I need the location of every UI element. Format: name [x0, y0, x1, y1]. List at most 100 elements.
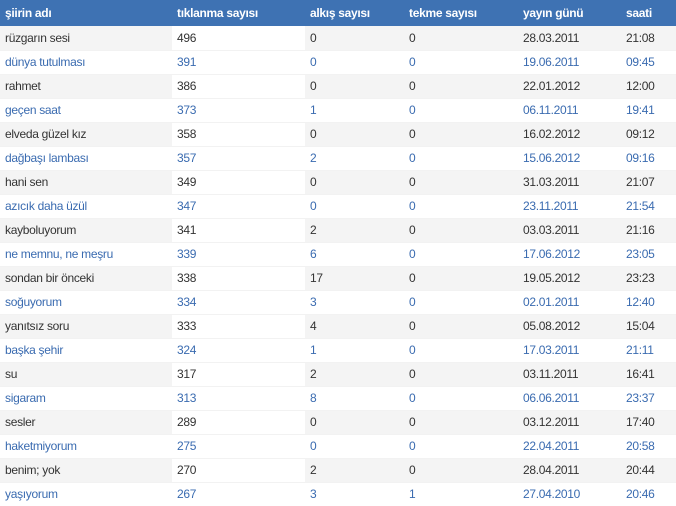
publish-time-cell: 20:46 [621, 482, 676, 506]
kick-count-cell: 0 [404, 386, 518, 411]
poem-name-link[interactable]: dünya tutulması [0, 50, 172, 75]
kick-count-cell: 0 [404, 170, 518, 195]
clap-count-cell: 0 [305, 26, 404, 51]
clap-count-cell: 1 [305, 98, 404, 123]
publish-date-cell: 19.06.2011 [518, 50, 621, 75]
publish-time-cell: 21:08 [621, 26, 676, 51]
table-row: başka şehir 324 1 0 17.03.2011 21:11 [0, 338, 676, 363]
poem-name-link[interactable]: geçen saat [0, 98, 172, 123]
publish-date-cell: 17.03.2011 [518, 338, 621, 363]
kick-count-cell: 0 [404, 74, 518, 99]
clap-count-cell: 2 [305, 146, 404, 171]
table-row: azıcık daha üzül 347 0 0 23.11.2011 21:54 [0, 194, 676, 219]
poem-name-link[interactable]: soğuyorum [0, 290, 172, 315]
publish-time-cell: 20:58 [621, 434, 676, 459]
publish-time-cell: 12:40 [621, 290, 676, 315]
poem-name-link[interactable]: su [0, 362, 172, 387]
click-count-cell: 386 [172, 74, 305, 99]
table-header: şiirin adı tıklanma sayısı alkış sayısı … [0, 0, 676, 26]
table-row: dağbaşı lambası 357 2 0 15.06.2012 09:16 [0, 146, 676, 171]
click-count-cell: 338 [172, 266, 305, 291]
poem-name-link[interactable]: benim; yok [0, 458, 172, 483]
poem-name-link[interactable]: kayboluyorum [0, 218, 172, 243]
table-row: elveda güzel kız 358 0 0 16.02.2012 09:12 [0, 122, 676, 147]
click-count-cell: 317 [172, 362, 305, 387]
poem-name-link[interactable]: dağbaşı lambası [0, 146, 172, 171]
table-row: geçen saat 373 1 0 06.11.2011 19:41 [0, 98, 676, 123]
click-count-cell: 358 [172, 122, 305, 147]
table-body: rüzgarın sesi 496 0 0 28.03.2011 21:08 dünya t… [0, 26, 676, 506]
click-count-cell: 270 [172, 458, 305, 483]
column-header-publish-date[interactable]: yayın günü [518, 0, 621, 26]
kick-count-cell: 0 [404, 338, 518, 363]
clap-count-cell: 0 [305, 122, 404, 147]
clap-count-cell: 17 [305, 266, 404, 291]
kick-count-cell: 0 [404, 98, 518, 123]
column-header-clap-count[interactable]: alkış sayısı [305, 0, 404, 26]
clap-count-cell: 3 [305, 482, 404, 506]
clap-count-cell: 0 [305, 74, 404, 99]
publish-date-cell: 15.06.2012 [518, 146, 621, 171]
table-row: yanıtsız soru 333 4 0 05.08.2012 15:04 [0, 314, 676, 339]
column-header-click-count[interactable]: tıklanma sayısı [172, 0, 305, 26]
table-row: dünya tutulması 391 0 0 19.06.2011 09:45 [0, 50, 676, 75]
column-header-poem-name[interactable]: şiirin adı [0, 0, 172, 26]
clap-count-cell: 0 [305, 434, 404, 459]
kick-count-cell: 0 [404, 314, 518, 339]
click-count-cell: 289 [172, 410, 305, 435]
kick-count-cell: 0 [404, 26, 518, 51]
table-row: soğuyorum 334 3 0 02.01.2011 12:40 [0, 290, 676, 315]
column-header-publish-time[interactable]: saati [621, 0, 676, 26]
publish-date-cell: 06.11.2011 [518, 98, 621, 123]
table-row: hani sen 349 0 0 31.03.2011 21:07 [0, 170, 676, 195]
column-header-kick-count[interactable]: tekme sayısı [404, 0, 518, 26]
kick-count-cell: 0 [404, 266, 518, 291]
poem-name-link[interactable]: yanıtsız soru [0, 314, 172, 339]
publish-date-cell: 28.03.2011 [518, 26, 621, 51]
poem-name-link[interactable]: rahmet [0, 74, 172, 99]
kick-count-cell: 0 [404, 458, 518, 483]
publish-time-cell: 09:12 [621, 122, 676, 147]
clap-count-cell: 3 [305, 290, 404, 315]
publish-date-cell: 22.01.2012 [518, 74, 621, 99]
publish-time-cell: 12:00 [621, 74, 676, 99]
click-count-cell: 357 [172, 146, 305, 171]
click-count-cell: 324 [172, 338, 305, 363]
clap-count-cell: 4 [305, 314, 404, 339]
publish-time-cell: 23:37 [621, 386, 676, 411]
poem-name-link[interactable]: hani sen [0, 170, 172, 195]
poem-name-link[interactable]: azıcık daha üzül [0, 194, 172, 219]
clap-count-cell: 6 [305, 242, 404, 267]
poem-name-link[interactable]: elveda güzel kız [0, 122, 172, 147]
poem-name-link[interactable]: rüzgarın sesi [0, 26, 172, 51]
clap-count-cell: 0 [305, 194, 404, 219]
clap-count-cell: 0 [305, 410, 404, 435]
publish-time-cell: 15:04 [621, 314, 676, 339]
poem-name-link[interactable]: yaşıyorum [0, 482, 172, 506]
publish-date-cell: 05.08.2012 [518, 314, 621, 339]
publish-time-cell: 16:41 [621, 362, 676, 387]
poem-name-link[interactable]: ne memnu, ne meşru [0, 242, 172, 267]
publish-time-cell: 19:41 [621, 98, 676, 123]
clap-count-cell: 2 [305, 458, 404, 483]
click-count-cell: 333 [172, 314, 305, 339]
click-count-cell: 334 [172, 290, 305, 315]
poem-name-link[interactable]: haketmiyorum [0, 434, 172, 459]
poem-stats-table: şiirin adı tıklanma sayısı alkış sayısı … [0, 0, 676, 506]
publish-date-cell: 02.01.2011 [518, 290, 621, 315]
table-row: su 317 2 0 03.11.2011 16:41 [0, 362, 676, 387]
publish-date-cell: 17.06.2012 [518, 242, 621, 267]
table-row: sesler 289 0 0 03.12.2011 17:40 [0, 410, 676, 435]
kick-count-cell: 0 [404, 218, 518, 243]
poem-name-link[interactable]: sigaram [0, 386, 172, 411]
poem-name-link[interactable]: sondan bir önceki [0, 266, 172, 291]
publish-date-cell: 31.03.2011 [518, 170, 621, 195]
publish-date-cell: 03.03.2011 [518, 218, 621, 243]
table-row: kayboluyorum 341 2 0 03.03.2011 21:16 [0, 218, 676, 243]
kick-count-cell: 0 [404, 290, 518, 315]
click-count-cell: 275 [172, 434, 305, 459]
poem-name-link[interactable]: başka şehir [0, 338, 172, 363]
table-row: ne memnu, ne meşru 339 6 0 17.06.2012 23:05 [0, 242, 676, 267]
poem-name-link[interactable]: sesler [0, 410, 172, 435]
publish-date-cell: 27.04.2010 [518, 482, 621, 506]
